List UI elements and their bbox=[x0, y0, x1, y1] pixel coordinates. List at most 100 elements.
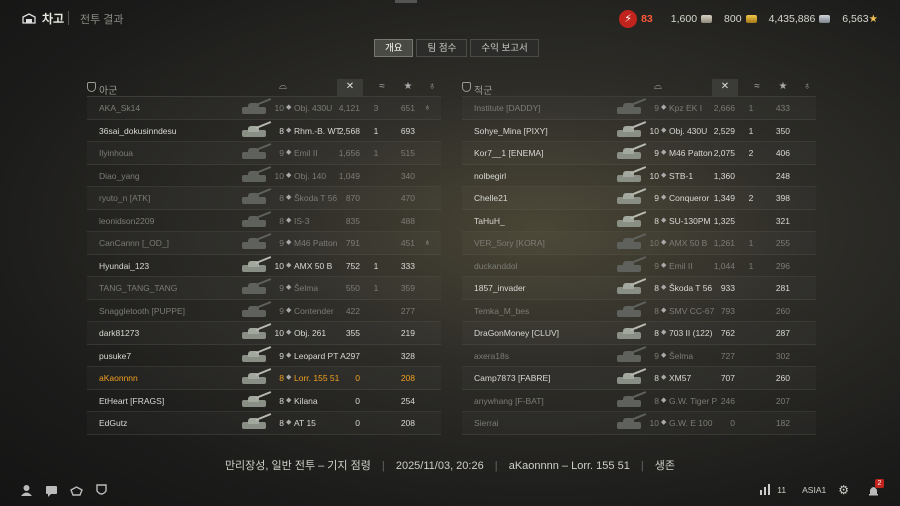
damage-value: 1,349 bbox=[713, 193, 735, 203]
player-name[interactable]: Institute [DADDY] bbox=[474, 103, 541, 113]
xp-column-icon[interactable]: ★ bbox=[401, 81, 415, 92]
credits-value: 4,435,886 bbox=[768, 13, 816, 25]
player-name[interactable]: Temka_M_bes bbox=[474, 306, 529, 316]
table-row[interactable]: axera18s 9 ◆ Šelma 727 302 bbox=[462, 345, 816, 367]
xp-value: 208 bbox=[400, 373, 415, 383]
table-row[interactable]: duckanddol 9 ◆ Emil II 1,044 1 296 bbox=[462, 255, 816, 277]
table-row[interactable]: nolbegirl 10 ◆ STB-1 1,360 248 bbox=[462, 165, 816, 187]
tank-icon bbox=[615, 255, 647, 274]
player-name[interactable]: Sierrai bbox=[474, 418, 499, 428]
table-row[interactable]: EdGutz 8 ◆ AT 15 0 208 bbox=[87, 412, 441, 435]
tank-class-icon: ◆ bbox=[286, 216, 292, 224]
chat-icon[interactable] bbox=[45, 484, 58, 497]
medal-column-icon[interactable]: ♁ bbox=[800, 81, 814, 92]
garage-button[interactable]: 차고 bbox=[22, 10, 64, 27]
tank-column-icon[interactable]: ⌓ bbox=[276, 81, 290, 92]
medal-icon[interactable]: ♁ bbox=[424, 237, 431, 247]
tank-icon bbox=[240, 413, 272, 431]
settings-icon[interactable]: ⚙ bbox=[838, 483, 849, 497]
player-name[interactable]: pusuke7 bbox=[99, 351, 131, 361]
table-row[interactable]: VER_Sory [KORA] 10 ◆ AMX 50 B 1,261 1 255 bbox=[462, 232, 816, 255]
profile-icon[interactable] bbox=[20, 484, 33, 497]
player-name[interactable]: 1857_invader bbox=[474, 283, 526, 293]
player-name[interactable]: leonidson2209 bbox=[99, 216, 154, 226]
platoon-icon[interactable] bbox=[70, 484, 83, 497]
xp-value: 328 bbox=[400, 350, 415, 361]
table-row[interactable]: 36sai_dokusinndesu 8 ◆ Rhm.-B. WT 2,568 1 693 bbox=[87, 120, 441, 142]
player-name[interactable]: Kor7__1 [ENEMA] bbox=[474, 148, 543, 158]
table-row[interactable]: AKA_Sk14 10 ◆ Obj. 430U 4,121 3 651 ♁ bbox=[87, 97, 441, 120]
player-name[interactable]: TaHuH_ bbox=[474, 216, 505, 226]
tank-column-icon[interactable]: ⌓ bbox=[651, 81, 665, 92]
player-name[interactable]: anywhang [F-BAT] bbox=[474, 396, 544, 406]
player-name[interactable]: nolbegirl bbox=[474, 171, 506, 181]
table-row[interactable]: Sohye_Mina [PIXY] 10 ◆ Obj. 430U 2,529 1 350 bbox=[462, 120, 816, 142]
player-name[interactable]: dark81273 bbox=[99, 328, 139, 338]
player-name[interactable]: Hyundai_123 bbox=[99, 261, 149, 271]
tab-overview[interactable]: 개요 bbox=[374, 39, 414, 57]
player-name[interactable]: CanCannn [_OD_] bbox=[99, 238, 169, 248]
player-name[interactable]: AKA_Sk14 bbox=[99, 103, 140, 113]
tank-class-icon: ◆ bbox=[661, 284, 667, 291]
damage-value: 0 bbox=[355, 418, 360, 428]
clan-icon[interactable] bbox=[95, 484, 108, 497]
player-name[interactable]: EtHeart [FRAGS] bbox=[99, 396, 164, 406]
table-row[interactable]: dark81273 10 ◆ Obj. 261 355 219 bbox=[87, 322, 441, 345]
table-row[interactable]: pusuke7 9 ◆ Leopard PT A 297 328 bbox=[87, 345, 441, 367]
credits-free-value: 1,600 bbox=[670, 13, 698, 25]
player-name[interactable]: 36sai_dokusinndesu bbox=[99, 126, 177, 136]
table-row[interactable]: Chelle21 9 ◆ Conqueror 1,349 2 398 bbox=[462, 187, 816, 210]
damage-column-icon[interactable]: ✕ bbox=[712, 79, 738, 96]
table-row[interactable]: TaHuH_ 8 ◆ SU-130PM 1,325 321 bbox=[462, 210, 816, 232]
player-name[interactable]: Ilyinhoua bbox=[99, 148, 133, 158]
tank-name: IS-3 bbox=[294, 215, 310, 226]
divider bbox=[68, 11, 69, 25]
table-row[interactable]: 1857_invader 8 ◆ Škoda T 56 933 281 bbox=[462, 277, 816, 300]
player-name[interactable]: ryuto_n [ATK] bbox=[99, 193, 150, 203]
table-row[interactable]: Sierrai 10 ◆ G.W. E 100 0 182 bbox=[462, 412, 816, 435]
damage-value: 297 bbox=[345, 350, 360, 361]
player-name[interactable]: axera18s bbox=[474, 351, 509, 361]
table-row[interactable]: ryuto_n [ATK] 8 ◆ Škoda T 56 870 470 bbox=[87, 187, 441, 210]
table-row[interactable]: aKaonnnn 8 ◆ Lorr. 155 51 0 208 bbox=[87, 367, 441, 390]
damage-column-icon[interactable]: ✕ bbox=[337, 79, 363, 96]
player-name[interactable]: TANG_TANG_TANG bbox=[99, 283, 177, 293]
notifications-icon[interactable]: 2 bbox=[867, 478, 884, 497]
bonds-icon[interactable]: ⚡ bbox=[619, 10, 638, 28]
player-name[interactable]: DraGonMoney [CLUV] bbox=[474, 328, 559, 338]
table-row[interactable]: DraGonMoney [CLUV] 8 ◆ 703 II (122) 762 287 bbox=[462, 322, 816, 345]
player-name[interactable]: Diao_yang bbox=[99, 171, 140, 181]
medal-icon[interactable]: ♁ bbox=[424, 102, 431, 112]
player-name[interactable]: aKaonnnn bbox=[99, 373, 138, 383]
table-row[interactable]: Ilyinhoua 9 ◆ Emil II 1,656 1 515 bbox=[87, 142, 441, 165]
tank-icon bbox=[615, 188, 647, 206]
player-name[interactable]: Snaggletooth [PUPPE] bbox=[99, 306, 185, 316]
table-row[interactable]: TANG_TANG_TANG 9 ◆ Šelma 550 1 359 bbox=[87, 277, 441, 300]
table-row[interactable]: Snaggletooth [PUPPE] 9 ◆ Contender 422 277 bbox=[87, 300, 441, 322]
table-row[interactable]: Temka_M_bes 8 ◆ SMV CC-67 793 260 bbox=[462, 300, 816, 322]
xp-column-icon[interactable]: ★ bbox=[776, 81, 790, 92]
table-row[interactable]: Hyundai_123 10 ◆ AMX 50 B 752 1 333 bbox=[87, 255, 441, 277]
table-row[interactable]: anywhang [F-BAT] 8 ◆ G.W. Tiger P 246 207 bbox=[462, 390, 816, 412]
tank-icon bbox=[240, 255, 272, 274]
tank-tier: 8 bbox=[654, 328, 659, 338]
kills-column-icon[interactable]: ≈ bbox=[375, 81, 389, 92]
table-row[interactable]: EtHeart [FRAGS] 8 ◆ Kilana 0 254 bbox=[87, 390, 441, 412]
player-name[interactable]: EdGutz bbox=[99, 418, 127, 428]
table-row[interactable]: CanCannn [_OD_] 9 ◆ M46 Patton 791 451 ♁ bbox=[87, 232, 441, 255]
tab-earnings-report[interactable]: 수익 보고서 bbox=[470, 39, 539, 57]
table-row[interactable]: Kor7__1 [ENEMA] 9 ◆ M46 Patton 2,075 2 406 bbox=[462, 142, 816, 165]
server-label[interactable]: ASIA1 bbox=[802, 485, 826, 495]
table-row[interactable]: Diao_yang 10 ◆ Obj. 140 1,049 340 bbox=[87, 165, 441, 187]
table-row[interactable]: Institute [DADDY] 9 ◆ Kpz EK I 2,666 1 433 bbox=[462, 97, 816, 120]
medal-column-icon[interactable]: ♁ bbox=[425, 81, 439, 92]
table-row[interactable]: Camp7873 [FABRE] 8 ◆ XM57 707 260 bbox=[462, 367, 816, 390]
table-row[interactable]: leonidson2209 8 ◆ IS-3 835 488 bbox=[87, 210, 441, 232]
player-name[interactable]: Chelle21 bbox=[474, 193, 508, 203]
player-name[interactable]: VER_Sory [KORA] bbox=[474, 238, 545, 248]
player-name[interactable]: Sohye_Mina [PIXY] bbox=[474, 126, 548, 136]
kills-column-icon[interactable]: ≈ bbox=[750, 81, 764, 92]
player-name[interactable]: duckanddol bbox=[474, 261, 517, 271]
tab-team-score[interactable]: 팀 점수 bbox=[416, 39, 468, 57]
player-name[interactable]: Camp7873 [FABRE] bbox=[474, 373, 551, 383]
